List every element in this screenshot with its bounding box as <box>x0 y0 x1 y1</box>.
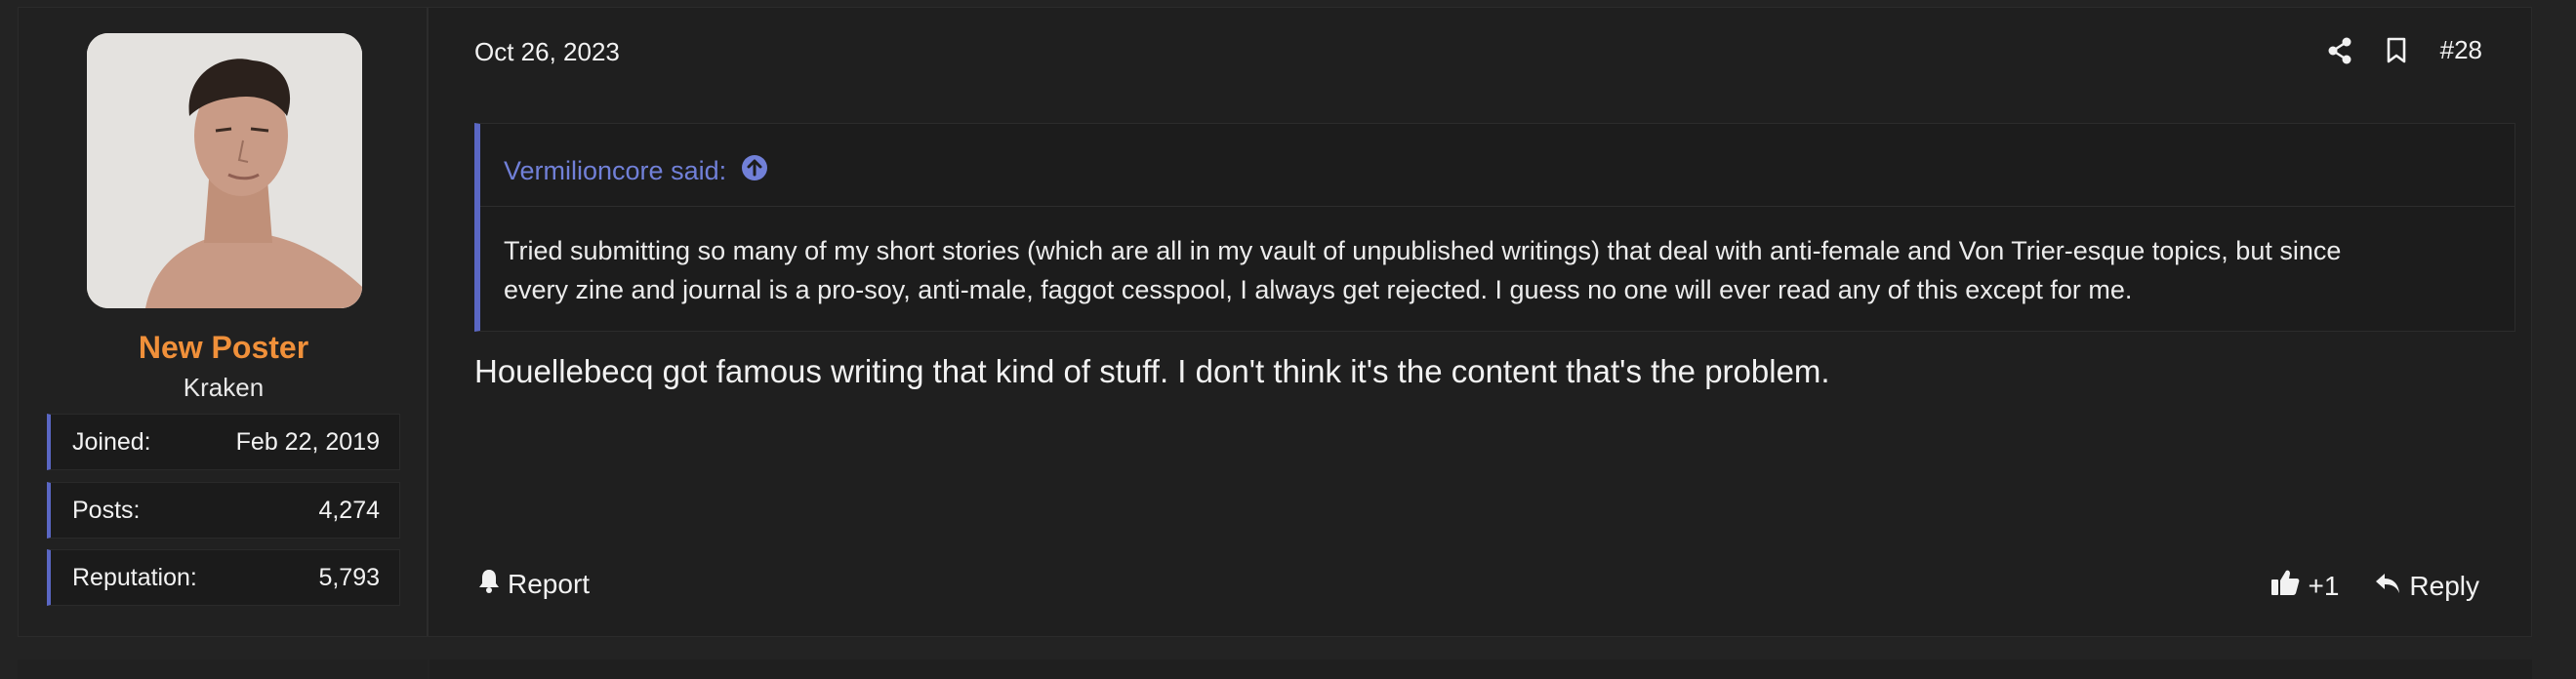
next-post-main <box>429 659 2532 679</box>
quote-line: every zine and journal is a pro-soy, ant… <box>504 275 2133 304</box>
report-button[interactable]: Report <box>478 568 590 600</box>
post-message: Houellebecq got famous writing that kind… <box>474 353 1830 389</box>
user-info-panel: New Poster Kraken Joined: Feb 22, 2019 P… <box>19 8 429 636</box>
reply-label: Reply <box>2409 570 2479 601</box>
next-post-user-panel <box>18 659 428 679</box>
stat-label: Joined: <box>72 427 151 456</box>
post-date[interactable]: Oct 26, 2023 <box>474 37 620 67</box>
post-footer-right: +1 Reply <box>2270 568 2479 604</box>
stat-label: Reputation: <box>72 563 197 591</box>
avatar[interactable] <box>87 33 362 308</box>
share-icon[interactable] <box>2327 37 2352 64</box>
stat-label: Posts: <box>72 496 141 524</box>
post-main: Oct 26, 2023 #28 Vermilioncore said: Tri… <box>429 8 2531 636</box>
stat-value: Feb 22, 2019 <box>235 427 380 456</box>
stat-value: 4,274 <box>318 496 380 524</box>
quote-body: Tried submitting so many of my short sto… <box>504 231 2475 309</box>
quote-header: Vermilioncore said: <box>504 153 769 189</box>
reply-arrow-icon <box>2374 571 2401 602</box>
quote-block: Vermilioncore said: Tried submitting so … <box>474 123 2515 332</box>
stat-joined: Joined: Feb 22, 2019 <box>47 414 400 470</box>
stat-value: 5,793 <box>318 563 380 591</box>
like-count: +1 <box>2308 570 2340 601</box>
bell-icon <box>478 568 500 600</box>
quote-line: Tried submitting so many of my short sto… <box>504 236 2342 265</box>
user-title: New Poster <box>138 330 309 365</box>
avatar-image <box>87 33 362 308</box>
quote-divider <box>480 206 2515 207</box>
stat-posts: Posts: 4,274 <box>47 482 400 539</box>
post-top-actions: #28 <box>2327 35 2482 65</box>
post-card: New Poster Kraken Joined: Feb 22, 2019 P… <box>18 7 2532 637</box>
like-button[interactable]: +1 <box>2270 568 2339 604</box>
quote-author[interactable]: Vermilioncore said: <box>504 156 726 186</box>
stat-reputation: Reputation: 5,793 <box>47 549 400 606</box>
username[interactable]: Kraken <box>19 373 429 403</box>
report-label: Report <box>508 568 591 599</box>
arrow-up-circle-icon[interactable] <box>740 153 769 189</box>
thumbs-up-icon <box>2270 568 2300 604</box>
reply-button[interactable]: Reply <box>2374 571 2479 602</box>
post-number[interactable]: #28 <box>2440 35 2482 65</box>
post-footer-left: Report <box>478 568 590 600</box>
bookmark-icon[interactable] <box>2386 37 2407 64</box>
